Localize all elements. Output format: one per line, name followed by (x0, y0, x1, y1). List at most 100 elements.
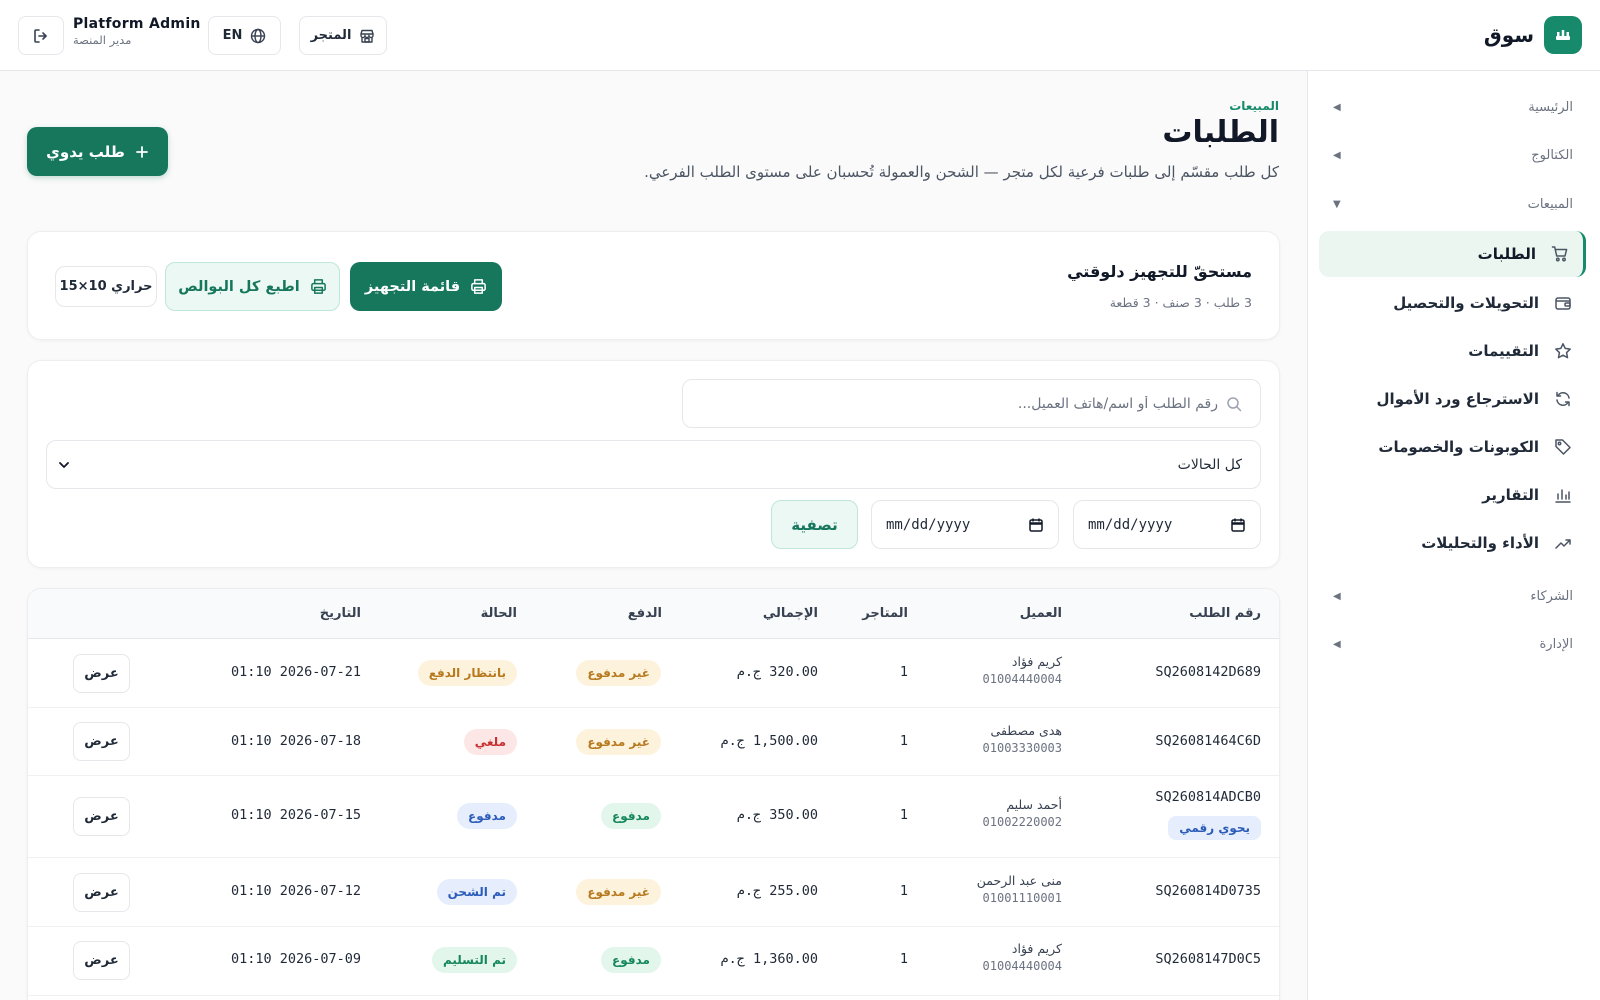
prep-list-button[interactable]: قائمة التجهيز (350, 262, 502, 311)
table-row[interactable]: SQ2608142D689 كريم فؤاد 01004440004 1 32… (28, 639, 1279, 708)
print-all-labels-label: اطبع كل البوالص (178, 278, 300, 295)
table-row[interactable]: SQ260814ADCB0 يحوي رقمي أحمد سليم 010022… (28, 776, 1279, 858)
language-label: EN (222, 28, 243, 43)
sidebar-item-label: الاسترجاع ورد الأموال (1376, 390, 1539, 408)
customer-name: هدى مصطفى (990, 723, 1062, 738)
payment-cell: غير مدفوع (576, 729, 661, 755)
brand[interactable]: سوق (1484, 16, 1582, 54)
sidebar-item-transfers[interactable]: التحويلات والتحصيل (1318, 280, 1573, 326)
view-order-button[interactable]: عرض (73, 797, 130, 836)
print-all-labels-button[interactable]: اطبع كل البوالص (165, 262, 340, 311)
search-box[interactable] (682, 379, 1261, 428)
breadcrumb[interactable]: المبيعات (1229, 99, 1279, 113)
store-button[interactable]: المتجر (299, 16, 387, 55)
filter-button[interactable]: تصفية (771, 500, 858, 549)
sidebar-item-reports[interactable]: التقارير (1318, 472, 1573, 518)
manual-order-button[interactable]: طلب يدوي (27, 127, 168, 176)
sidebar-item-reviews[interactable]: التقييمات (1318, 328, 1573, 374)
customer-phone: 01004440004 (982, 672, 1062, 686)
language-button[interactable]: EN (208, 16, 281, 55)
sidebar-section-label: الكتالوج (1531, 147, 1573, 163)
sidebar-section-home[interactable]: الرئيسية ◀ (1333, 92, 1573, 122)
table-row[interactable]: SQ260814D0735 منى عبد الرحمن 01001110001… (28, 858, 1279, 927)
sidebar-item-coupons[interactable]: الكوبونات والخصومات (1318, 424, 1573, 470)
logout-button[interactable] (18, 16, 64, 55)
column-header-payment: الدفع (627, 606, 662, 621)
main-content: المبيعات الطلبات كل طلب مقسّم إلى طلبات … (0, 71, 1307, 1000)
thermal-size-button[interactable]: حراري 10×15 (55, 266, 157, 307)
star-icon (1553, 341, 1573, 361)
customer-phone: 01004440004 (982, 959, 1062, 973)
column-header-order-id: رقم الطلب (1189, 606, 1261, 621)
sidebar-item-orders[interactable]: الطلبات (1319, 231, 1586, 277)
view-order-button[interactable]: عرض (73, 722, 130, 761)
order-id[interactable]: SQ2608142D689 (1155, 664, 1261, 680)
table-row[interactable]: SQ26081464C6D هدى مصطفى 01003330003 1 1,… (28, 708, 1279, 776)
sidebar-item-label: الأداء والتحليلات (1421, 534, 1539, 552)
customer-cell: أحمد سليم 01002220002 (983, 797, 1062, 829)
status-badge: ملغي (463, 729, 517, 755)
sidebar-item-refunds[interactable]: الاسترجاع ورد الأموال (1318, 376, 1573, 422)
refresh-icon (1553, 389, 1573, 409)
customer-cell: كريم فؤاد 01004440004 (983, 654, 1062, 686)
sidebar-item-label: الكوبونات والخصومات (1378, 438, 1539, 456)
order-id[interactable]: SQ260814D0735 (1155, 883, 1261, 899)
payment-cell: غير مدفوع (576, 879, 661, 905)
order-date: 2026-07-12 01:10 (230, 883, 361, 899)
prep-list-label: قائمة التجهيز (364, 278, 461, 295)
date-from-input[interactable]: mm/dd/yyyy (1073, 500, 1261, 549)
payment-badge: غير مدفوع (576, 879, 661, 905)
view-order-button[interactable]: عرض (73, 873, 130, 912)
sidebar-section-label: الشركاء (1530, 588, 1573, 604)
date-to-input[interactable]: mm/dd/yyyy (871, 500, 1059, 549)
sidebar-section-admin[interactable]: الإدارة ◀ (1333, 629, 1573, 659)
sidebar-item-label: التقارير (1482, 486, 1539, 504)
sidebar-section-partners[interactable]: الشركاء ◀ (1333, 581, 1573, 611)
cart-icon (1550, 244, 1570, 264)
status-badge: بانتظار الدفع (417, 660, 517, 686)
payment-badge: غير مدفوع (576, 729, 661, 755)
page-description: كل طلب مقسّم إلى طلبات فرعية لكل متجر — … (644, 163, 1279, 181)
customer-cell: كريم فؤاد 01004440004 (983, 941, 1062, 973)
caret-left-icon: ◀ (1333, 101, 1341, 113)
table-row[interactable]: SQ2608147D0C5 كريم فؤاد 01004440004 1 1,… (28, 927, 1279, 996)
filter-card: كل الحالات mm/dd/yyyy mm/dd/yyyy تصفية (27, 360, 1280, 568)
payment-cell: غير مدفوع (576, 660, 661, 686)
wallet-icon (1553, 293, 1573, 313)
status-cell: تم التسليم (431, 947, 517, 973)
order-date: 2026-07-21 01:10 (230, 664, 361, 680)
customer-name: كريم فؤاد (1011, 941, 1062, 956)
status-cell: مدفوع (457, 803, 517, 829)
caret-left-icon: ◀ (1333, 638, 1341, 650)
admin-name: Platform Admin (73, 16, 201, 32)
sidebar-section-label: الرئيسية (1528, 99, 1573, 115)
chevron-down-icon (57, 458, 71, 472)
store-icon (359, 28, 375, 44)
order-total: 255.00 ج.م (736, 883, 818, 899)
order-id[interactable]: SQ260814ADCB0 (1155, 789, 1261, 805)
admin-profile[interactable]: Platform Admin مدير المنصة (73, 16, 201, 47)
orders-table: رقم الطلب العميل المتاجر الإجمالي الدفع … (27, 588, 1280, 1000)
table-header: رقم الطلب العميل المتاجر الإجمالي الدفع … (28, 589, 1279, 639)
column-header-customer: العميل (1019, 606, 1062, 621)
column-header-total: الإجمالي (762, 606, 818, 621)
caret-left-icon: ◀ (1333, 590, 1341, 602)
view-order-button[interactable]: عرض (73, 654, 130, 693)
manual-order-label: طلب يدوي (46, 142, 125, 161)
tag-icon (1553, 437, 1573, 457)
view-order-button[interactable]: عرض (73, 941, 130, 980)
sidebar-section-sales[interactable]: المبيعات ▼ (1333, 189, 1573, 219)
search-input[interactable] (698, 395, 1218, 412)
prep-title: مستحقّ للتجهيز دلوقتي (1067, 262, 1252, 281)
status-select[interactable]: كل الحالات (46, 440, 1261, 489)
payment-cell: مدفوع (601, 803, 661, 829)
caret-left-icon: ◀ (1333, 149, 1341, 161)
sidebar-item-analytics[interactable]: الأداء والتحليلات (1318, 520, 1573, 566)
status-cell: ملغي (463, 729, 517, 755)
order-id[interactable]: SQ2608147D0C5 (1155, 951, 1261, 967)
order-id[interactable]: SQ26081464C6D (1155, 733, 1261, 749)
status-cell: تم الشحن (436, 879, 517, 905)
sidebar-item-label: التحويلات والتحصيل (1393, 294, 1539, 312)
sidebar-section-catalog[interactable]: الكتالوج ◀ (1333, 140, 1573, 170)
sidebar: الرئيسية ◀ الكتالوج ◀ المبيعات ▼ الطلبات… (1307, 71, 1600, 1000)
